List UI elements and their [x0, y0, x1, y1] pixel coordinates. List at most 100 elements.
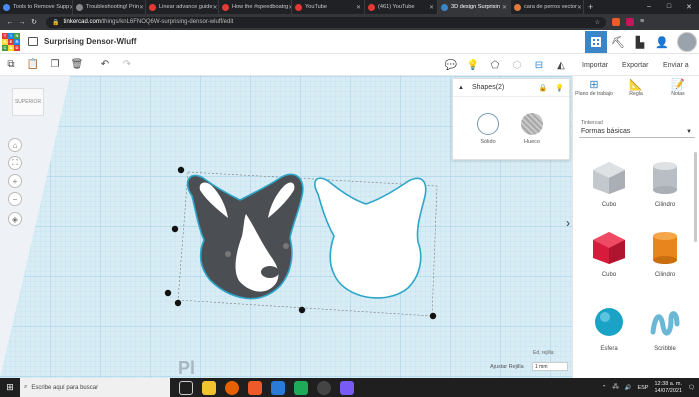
brave-icon[interactable] [248, 380, 262, 395]
hole-option[interactable] [521, 113, 543, 135]
new-tab-button[interactable]: + [588, 2, 593, 12]
redo-icon[interactable]: ↷ [116, 59, 138, 70]
volume-icon[interactable]: 🔊 [625, 385, 632, 391]
copy-icon[interactable]: ⧉ [0, 59, 22, 70]
browser-tab-active[interactable]: 3D design Surprisin ✕ [438, 0, 511, 14]
align-icon[interactable]: ⊟ [528, 60, 550, 71]
clock-date: 14/07/2021 [654, 387, 683, 394]
ungroup-icon[interactable]: ⬡ [506, 60, 528, 71]
light-bulb-icon[interactable]: 💡 [462, 60, 484, 71]
workplane-tool[interactable]: ⊞ Plano de trabajo [573, 78, 615, 114]
mirror-icon[interactable]: ◭ [550, 60, 572, 71]
close-tab-icon[interactable]: ✕ [356, 4, 361, 11]
import-button[interactable]: Importar [582, 54, 608, 76]
obs-icon[interactable] [317, 380, 331, 395]
selection-handle[interactable] [298, 306, 306, 314]
close-window-button[interactable]: ✕ [679, 3, 699, 11]
viewcube[interactable]: SUPERIOR [12, 88, 44, 116]
close-tab-icon[interactable]: ✕ [502, 4, 507, 11]
browser-tab[interactable]: How the #speedboatrg✕ [219, 0, 292, 14]
comment-icon[interactable]: 💬 [440, 60, 462, 71]
close-tab-icon[interactable]: ✕ [139, 4, 144, 11]
add-user-icon[interactable]: 👤 [651, 36, 673, 49]
avatar[interactable] [677, 32, 697, 52]
notes-tool[interactable]: 📝 Notas [657, 78, 699, 114]
rewards-icon[interactable] [626, 18, 634, 26]
solid-option[interactable] [477, 113, 499, 135]
fit-view-icon[interactable]: ⛶ [8, 156, 22, 170]
ruler-tool[interactable]: 📐 Regla [615, 78, 657, 114]
reload-icon[interactable]: ↻ [28, 18, 40, 26]
lock-icon[interactable]: 🔒 [539, 84, 548, 92]
shape-label: Scribble [654, 346, 676, 352]
shape-sphere[interactable]: Esfera [584, 304, 634, 352]
selection-handle[interactable] [174, 299, 182, 307]
taskbar-search[interactable]: ⌕ Escribe aquí para buscar [20, 378, 170, 397]
undo-icon[interactable]: ↶ [94, 59, 116, 70]
clock[interactable]: 12:38 a. m. 14/07/2021 [654, 381, 682, 395]
selection-handle[interactable] [164, 289, 172, 297]
pickaxe-icon[interactable]: ⛏ [607, 36, 629, 49]
task-view-icon[interactable] [179, 380, 193, 395]
browser-tab[interactable]: Linear advance guide ✕ [146, 0, 219, 14]
shape-label: Cilindro [654, 272, 676, 278]
tinkercad-logo[interactable]: T I N K E R C A D [2, 32, 20, 51]
bricks-icon[interactable]: ▙ [629, 36, 651, 49]
minimize-button[interactable]: – [639, 3, 659, 11]
perspective-icon[interactable]: ◈ [8, 212, 22, 226]
trash-icon[interactable]: 🗑 [66, 59, 88, 70]
windows-start-icon[interactable]: ⊞ [0, 382, 20, 393]
tray-chevron-icon[interactable]: ⌃ [602, 385, 607, 391]
edit-grid-button[interactable]: Ed. rejilla [533, 350, 554, 356]
zoom-out-icon[interactable]: − [8, 192, 22, 206]
library-select[interactable]: Formas básicas ▼ [579, 126, 695, 138]
language-indicator[interactable]: ESP [637, 385, 648, 391]
forward-arrow-icon[interactable]: → [16, 19, 28, 26]
shape-scribble[interactable]: Scribble [640, 304, 690, 352]
header-right: ⛏ ▙ 👤 [585, 30, 699, 54]
home-view-icon[interactable]: ⌂ [8, 138, 22, 152]
app-icon[interactable] [271, 380, 285, 395]
close-tab-icon[interactable]: ✕ [577, 4, 582, 11]
slicer-icon[interactable] [294, 380, 308, 395]
design-title[interactable]: Surprising Densor-Wluff [44, 37, 136, 46]
close-tab-icon[interactable]: ✕ [429, 4, 434, 11]
light-bulb-icon[interactable]: 💡 [555, 84, 564, 92]
browser-tab[interactable]: (461) YouTube ✕ [365, 0, 438, 14]
app-icon[interactable] [340, 380, 354, 395]
collapse-caret-icon[interactable]: ▲ [458, 85, 464, 91]
back-arrow-icon[interactable]: ← [4, 19, 16, 26]
browser-tab[interactable]: YouTube ✕ [292, 0, 365, 14]
panel-scrollbar[interactable] [694, 152, 697, 242]
tab-title: Tools to Remove Supp [13, 4, 70, 10]
star-icon[interactable]: ☆ [595, 19, 600, 26]
design-list-icon[interactable] [28, 37, 38, 46]
browser-tab[interactable]: Troubleshooting! Prin ✕ [73, 0, 146, 14]
notifications-icon[interactable]: 🗨 [688, 385, 695, 391]
send-to-button[interactable]: Enviar a [663, 54, 689, 76]
duplicate-icon[interactable]: ❐ [44, 59, 66, 70]
paste-icon[interactable]: 📋 [22, 59, 44, 70]
menu-icon[interactable]: ≡ [640, 18, 644, 26]
shape-box-gray[interactable]: Cubo [584, 160, 634, 208]
file-explorer-icon[interactable] [202, 380, 216, 395]
maximize-button[interactable]: □ [659, 3, 679, 11]
firefox-icon[interactable] [225, 380, 239, 395]
shape-cylinder-orange[interactable]: Cilindro [640, 230, 690, 278]
browser-tab[interactable]: cara de perros vector ✕ [511, 0, 584, 14]
url-field[interactable]: 🔒 tinkercad.com/things/knL6FNOQ6W-surpri… [46, 16, 606, 28]
close-tab-icon[interactable]: ✕ [213, 4, 218, 11]
selection-handle[interactable] [429, 312, 437, 320]
brave-shield-icon[interactable] [612, 18, 620, 26]
browser-tab[interactable]: Tools to Remove Supp✕ [0, 0, 73, 14]
selection-handle[interactable] [171, 225, 179, 233]
3d-view-button[interactable] [585, 31, 607, 53]
group-icon[interactable]: ⬠ [484, 60, 506, 71]
zoom-in-icon[interactable]: + [8, 174, 22, 188]
snap-grid-select[interactable]: 1 mm [532, 362, 568, 371]
export-button[interactable]: Exportar [622, 54, 648, 76]
selection-handle[interactable] [177, 166, 185, 174]
shape-box-red[interactable]: Cubo [584, 230, 634, 278]
network-icon[interactable]: 🖧 [612, 383, 618, 392]
shape-cylinder-gray[interactable]: Cilindro [640, 160, 690, 208]
